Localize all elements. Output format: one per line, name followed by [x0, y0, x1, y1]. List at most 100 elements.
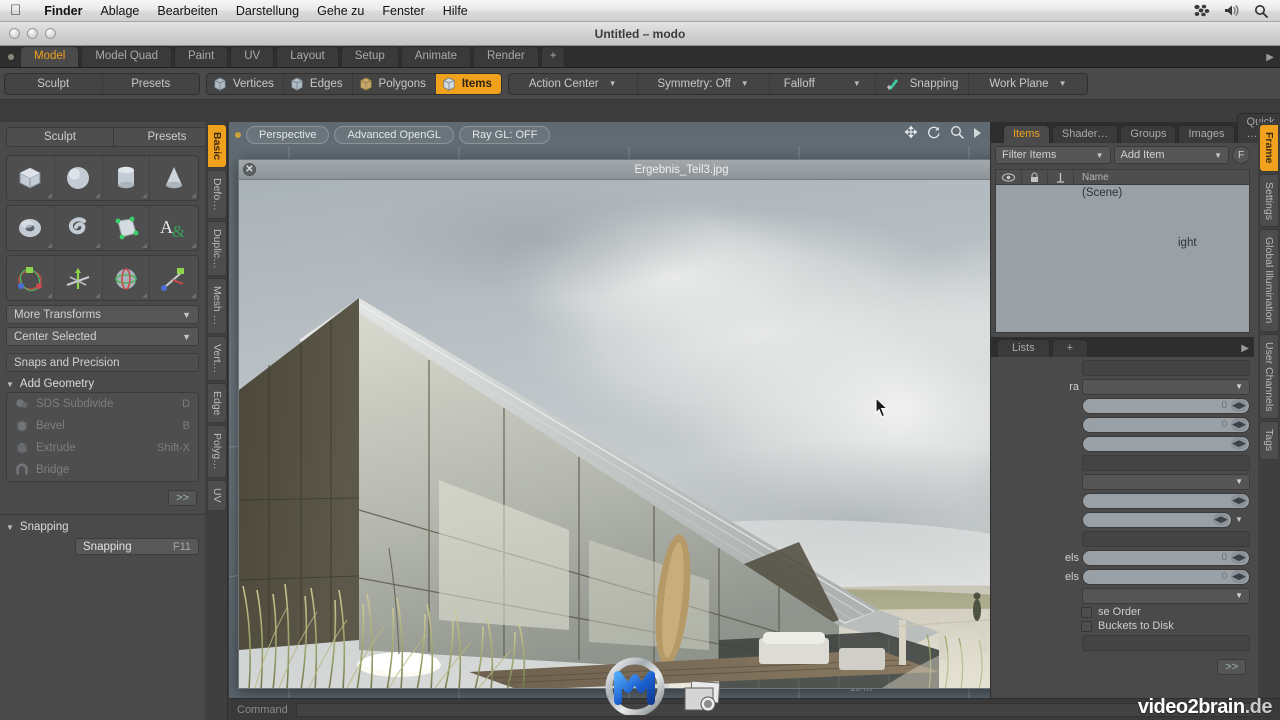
- checkbox-buckets-to-disk[interactable]: Buckets to Disk: [1081, 620, 1250, 632]
- chevron-right-icon[interactable]: ▶: [1241, 343, 1254, 357]
- spinner-icon[interactable]: ◀▶: [1213, 513, 1229, 526]
- snapping-toggle[interactable]: Snapping: [876, 73, 970, 94]
- tool-scale[interactable]: [103, 256, 151, 300]
- modo-app-icon[interactable]: [596, 653, 674, 720]
- render-icon[interactable]: [1048, 170, 1074, 184]
- pan-icon[interactable]: [904, 125, 918, 144]
- apple-logo-icon[interactable]: : [10, 3, 21, 18]
- tool-transform[interactable]: [150, 256, 198, 300]
- property-dropdown-2[interactable]: ▼: [1082, 587, 1250, 604]
- tool-text[interactable]: A &: [150, 206, 198, 250]
- mode-edges[interactable]: Edges: [284, 73, 353, 94]
- tool-cone[interactable]: [150, 156, 198, 200]
- tab-lists-add[interactable]: +: [1051, 339, 1089, 357]
- vtab-settings[interactable]: Settings: [1259, 173, 1279, 228]
- command-input[interactable]: [295, 702, 1274, 717]
- vtab-basic[interactable]: Basic: [207, 124, 227, 169]
- vtab-mesh[interactable]: Mesh …: [207, 278, 227, 334]
- menu-item-gehe-zu[interactable]: Gehe zu: [308, 0, 373, 22]
- viewport-perspective-button[interactable]: Perspective: [246, 125, 330, 144]
- checkbox-box[interactable]: [1081, 606, 1092, 618]
- property-pixels-width-field[interactable]: 0 ◀▶: [1082, 549, 1250, 566]
- property-pixels-height-field[interactable]: 0 ◀▶: [1082, 568, 1250, 585]
- checkbox-box[interactable]: [1081, 620, 1092, 632]
- spotlight-search-icon[interactable]: [1254, 4, 1268, 18]
- property-dropdown-1[interactable]: ▼: [1082, 473, 1250, 490]
- tab-items[interactable]: Items: [1003, 125, 1050, 143]
- vtab-global-illumination[interactable]: Global Illumination: [1259, 229, 1279, 332]
- chevron-down-icon[interactable]: ▼: [1235, 515, 1243, 524]
- vtab-tags[interactable]: Tags: [1259, 421, 1279, 460]
- sculpt-button[interactable]: Sculpt: [5, 73, 103, 94]
- mode-vertices[interactable]: Vertices: [207, 73, 284, 94]
- list-item-extrude[interactable]: Extrude Shift-X: [7, 437, 198, 459]
- filter-items-dropdown[interactable]: Filter Items ▼: [995, 146, 1111, 164]
- play-icon[interactable]: [973, 126, 982, 144]
- spinner-icon[interactable]: ◀▶: [1231, 418, 1247, 431]
- property-width-field[interactable]: 0 ◀▶: [1082, 397, 1250, 414]
- vtab-edge[interactable]: Edge: [207, 382, 227, 424]
- mode-items[interactable]: Items: [435, 73, 501, 94]
- filter-toggle-button[interactable]: F: [1232, 146, 1250, 164]
- menu-item-finder[interactable]: Finder: [35, 0, 91, 22]
- tab-model[interactable]: Model: [20, 46, 80, 67]
- list-item-bridge[interactable]: Bridge: [7, 459, 198, 481]
- snaps-and-precision-button[interactable]: Snaps and Precision: [6, 353, 199, 372]
- tool-cylinder[interactable]: [103, 156, 151, 200]
- menu-item-ablage[interactable]: Ablage: [91, 0, 148, 22]
- property-generic-field-1[interactable]: ◀▶: [1082, 435, 1250, 452]
- add-geometry-header[interactable]: ▼ Add Geometry: [6, 378, 199, 390]
- items-list[interactable]: Name (Scene) ight: [995, 169, 1250, 333]
- viewport-menu-dot-icon[interactable]: [235, 131, 241, 138]
- tool-cube[interactable]: [7, 156, 55, 200]
- symmetry-dropdown[interactable]: Symmetry: Off ▼: [638, 73, 770, 94]
- tab-layout[interactable]: Layout: [276, 46, 339, 67]
- image-viewer-window[interactable]: ✕ Ergebnis_Teil3.jpg: [238, 159, 990, 689]
- more-transforms-dropdown[interactable]: More Transforms ▼: [6, 305, 199, 324]
- add-item-dropdown[interactable]: Add Item ▼: [1113, 146, 1229, 164]
- tab-groups[interactable]: Groups: [1120, 125, 1177, 143]
- list-item-sds-subdivide[interactable]: SDS Subdivide D: [7, 393, 198, 415]
- tab-render[interactable]: Render: [472, 46, 539, 67]
- spinner-icon[interactable]: ◀▶: [1231, 494, 1247, 507]
- menu-item-bearbeiten[interactable]: Bearbeiten: [148, 0, 226, 22]
- spinner-icon[interactable]: ◀▶: [1231, 399, 1247, 412]
- tab-shader[interactable]: Shader…: [1051, 125, 1119, 143]
- action-center-dropdown[interactable]: Action Center ▼: [509, 73, 638, 94]
- menu-item-fenster[interactable]: Fenster: [373, 0, 433, 22]
- zoom-icon[interactable]: [950, 125, 964, 144]
- window-titlebar[interactable]: Untitled – modo: [0, 22, 1280, 46]
- tabstrip-menu-dot-icon[interactable]: [8, 54, 14, 60]
- property-height-field[interactable]: 0 ◀▶: [1082, 416, 1250, 433]
- list-item-scene[interactable]: (Scene): [996, 185, 1249, 199]
- chevron-right-icon[interactable]: ▶: [1266, 52, 1280, 67]
- mode-polygons[interactable]: Polygons: [353, 73, 436, 94]
- spinner-icon[interactable]: ◀▶: [1231, 551, 1247, 564]
- tool-move[interactable]: [7, 256, 55, 300]
- tool-torus[interactable]: [7, 206, 55, 250]
- eye-icon[interactable]: [996, 170, 1022, 184]
- tab-lists[interactable]: Lists: [997, 339, 1050, 357]
- vtab-vertex[interactable]: Vert…: [207, 335, 227, 381]
- vtab-deform[interactable]: Defo…: [207, 170, 227, 219]
- property-camera-dropdown[interactable]: ▼: [1082, 378, 1250, 395]
- vtab-uv[interactable]: UV: [207, 479, 227, 511]
- tab-images[interactable]: Images: [1178, 125, 1235, 143]
- lock-icon[interactable]: [1022, 170, 1048, 184]
- left-sculpt-button[interactable]: Sculpt: [6, 127, 114, 147]
- work-plane-dropdown[interactable]: Work Plane ▼: [969, 74, 1086, 94]
- spaces-icon[interactable]: [1193, 4, 1210, 17]
- tab-uv[interactable]: UV: [230, 46, 275, 67]
- falloff-dropdown[interactable]: Falloff ▼: [770, 73, 876, 94]
- list-item-light[interactable]: ight: [996, 199, 1249, 249]
- vtab-polygon[interactable]: Polyg…: [207, 425, 227, 478]
- image-viewer-titlebar[interactable]: ✕ Ergebnis_Teil3.jpg: [239, 160, 990, 180]
- tool-spiral[interactable]: [55, 206, 103, 250]
- property-generic-field-2[interactable]: ◀▶: [1082, 492, 1250, 509]
- add-geometry-more-button[interactable]: >>: [168, 490, 197, 506]
- spinner-icon[interactable]: ◀▶: [1231, 437, 1247, 450]
- tab-model-quad[interactable]: Model Quad: [81, 46, 172, 67]
- menu-item-hilfe[interactable]: Hilfe: [434, 0, 477, 22]
- tool-polygon-pen[interactable]: [103, 206, 151, 250]
- rotate-icon[interactable]: [927, 125, 941, 144]
